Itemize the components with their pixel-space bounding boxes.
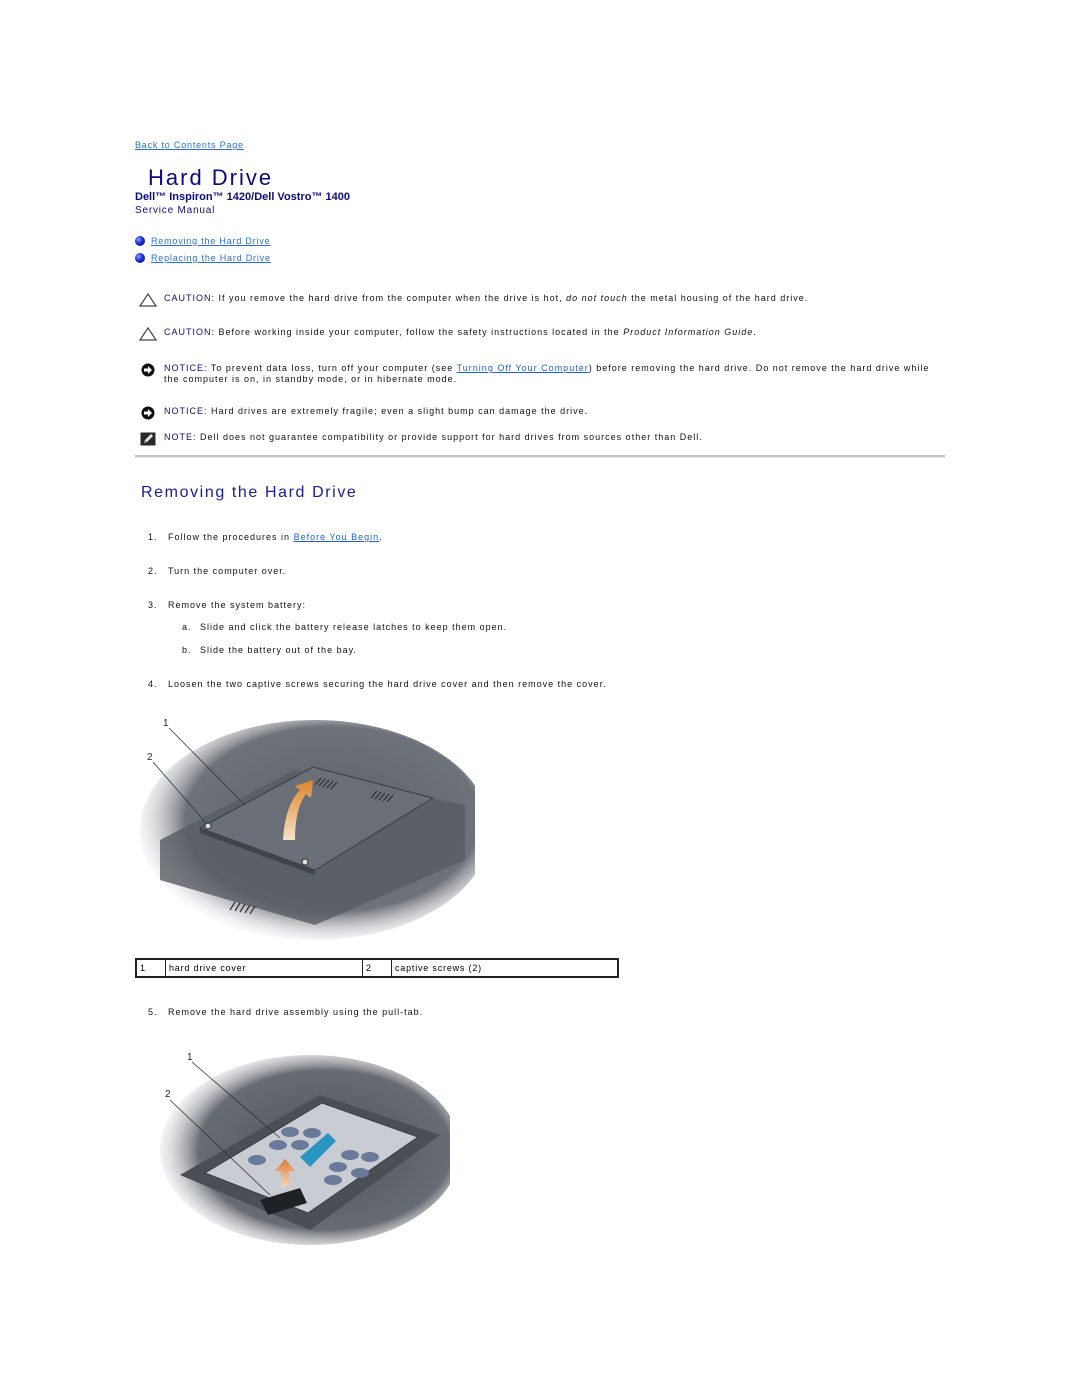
note-pencil-icon: [138, 432, 158, 446]
notice-text: NOTICE: To prevent data loss, turn off y…: [164, 363, 930, 384]
section-title: Removing the Hard Drive: [141, 484, 358, 501]
svg-text:1: 1: [187, 1052, 193, 1063]
caution-text: CAUTION: Before working inside your comp…: [164, 327, 757, 337]
toc-link-replacing[interactable]: Replacing the Hard Drive: [151, 253, 271, 263]
note-box: NOTE: Dell does not guarantee compatibil…: [138, 432, 938, 446]
notice-box: NOTICE: To prevent data loss, turn off y…: [138, 363, 938, 385]
section-divider: [135, 455, 945, 458]
step-item: 4. Loosen the two captive screws securing…: [148, 679, 607, 689]
page-title: Hard Drive: [148, 165, 274, 190]
table-row: 1 hard drive cover 2 captive screws (2): [135, 958, 619, 978]
caution-triangle-icon: [138, 293, 158, 307]
manual-name: Service Manual: [135, 205, 216, 216]
substep-item: a. Slide and click the battery release la…: [182, 622, 508, 632]
turning-off-computer-link[interactable]: Turning Off Your Computer: [457, 363, 589, 373]
step-item: 5. Remove the hard drive assembly using t…: [148, 1007, 424, 1017]
legend-number: 2: [362, 958, 392, 978]
legend-label: hard drive cover: [165, 958, 363, 978]
svg-text:1: 1: [163, 718, 169, 729]
product-name: Dell™ Inspiron™ 1420/Dell Vostro™ 1400: [135, 191, 350, 203]
caution-box: CAUTION: If you remove the hard drive fr…: [138, 293, 938, 307]
figure-legend-table: 1 hard drive cover 2 captive screws (2): [135, 958, 619, 978]
caution-text: CAUTION: If you remove the hard drive fr…: [164, 293, 809, 303]
svg-text:2: 2: [147, 752, 153, 763]
caution-box: CAUTION: Before working inside your comp…: [138, 327, 938, 341]
notice-text: NOTICE: Hard drives are extremely fragil…: [164, 406, 589, 416]
notice-arrow-icon: [138, 363, 158, 377]
back-to-contents-link[interactable]: Back to Contents Page: [135, 140, 244, 150]
step-item: 3. Remove the system battery:: [148, 600, 307, 610]
notice-box: NOTICE: Hard drives are extremely fragil…: [138, 406, 938, 420]
bullet-icon: [135, 235, 145, 246]
legend-number: 1: [135, 958, 166, 978]
svg-text:2: 2: [165, 1089, 171, 1100]
step-item: 1. Follow the procedures in Before You Be…: [148, 532, 383, 542]
hard-drive-cover-illustration: 1 2: [135, 710, 490, 945]
legend-label: captive screws (2): [391, 958, 619, 978]
toc-item: Replacing the Hard Drive: [135, 249, 271, 266]
before-you-begin-link[interactable]: Before You Begin: [294, 532, 380, 542]
notice-arrow-icon: [138, 406, 158, 420]
caution-triangle-icon: [138, 327, 158, 341]
bullet-icon: [135, 252, 145, 263]
toc-link-removing[interactable]: Removing the Hard Drive: [151, 236, 270, 246]
table-of-contents: Removing the Hard Drive Replacing the Ha…: [135, 232, 271, 266]
step-item: 2. Turn the computer over.: [148, 566, 287, 576]
toc-item: Removing the Hard Drive: [135, 232, 271, 249]
hard-drive-assembly-illustration: 1 2: [150, 1045, 460, 1250]
note-text: NOTE: Dell does not guarantee compatibil…: [164, 432, 703, 442]
substep-item: b. Slide the battery out of the bay.: [182, 645, 357, 655]
